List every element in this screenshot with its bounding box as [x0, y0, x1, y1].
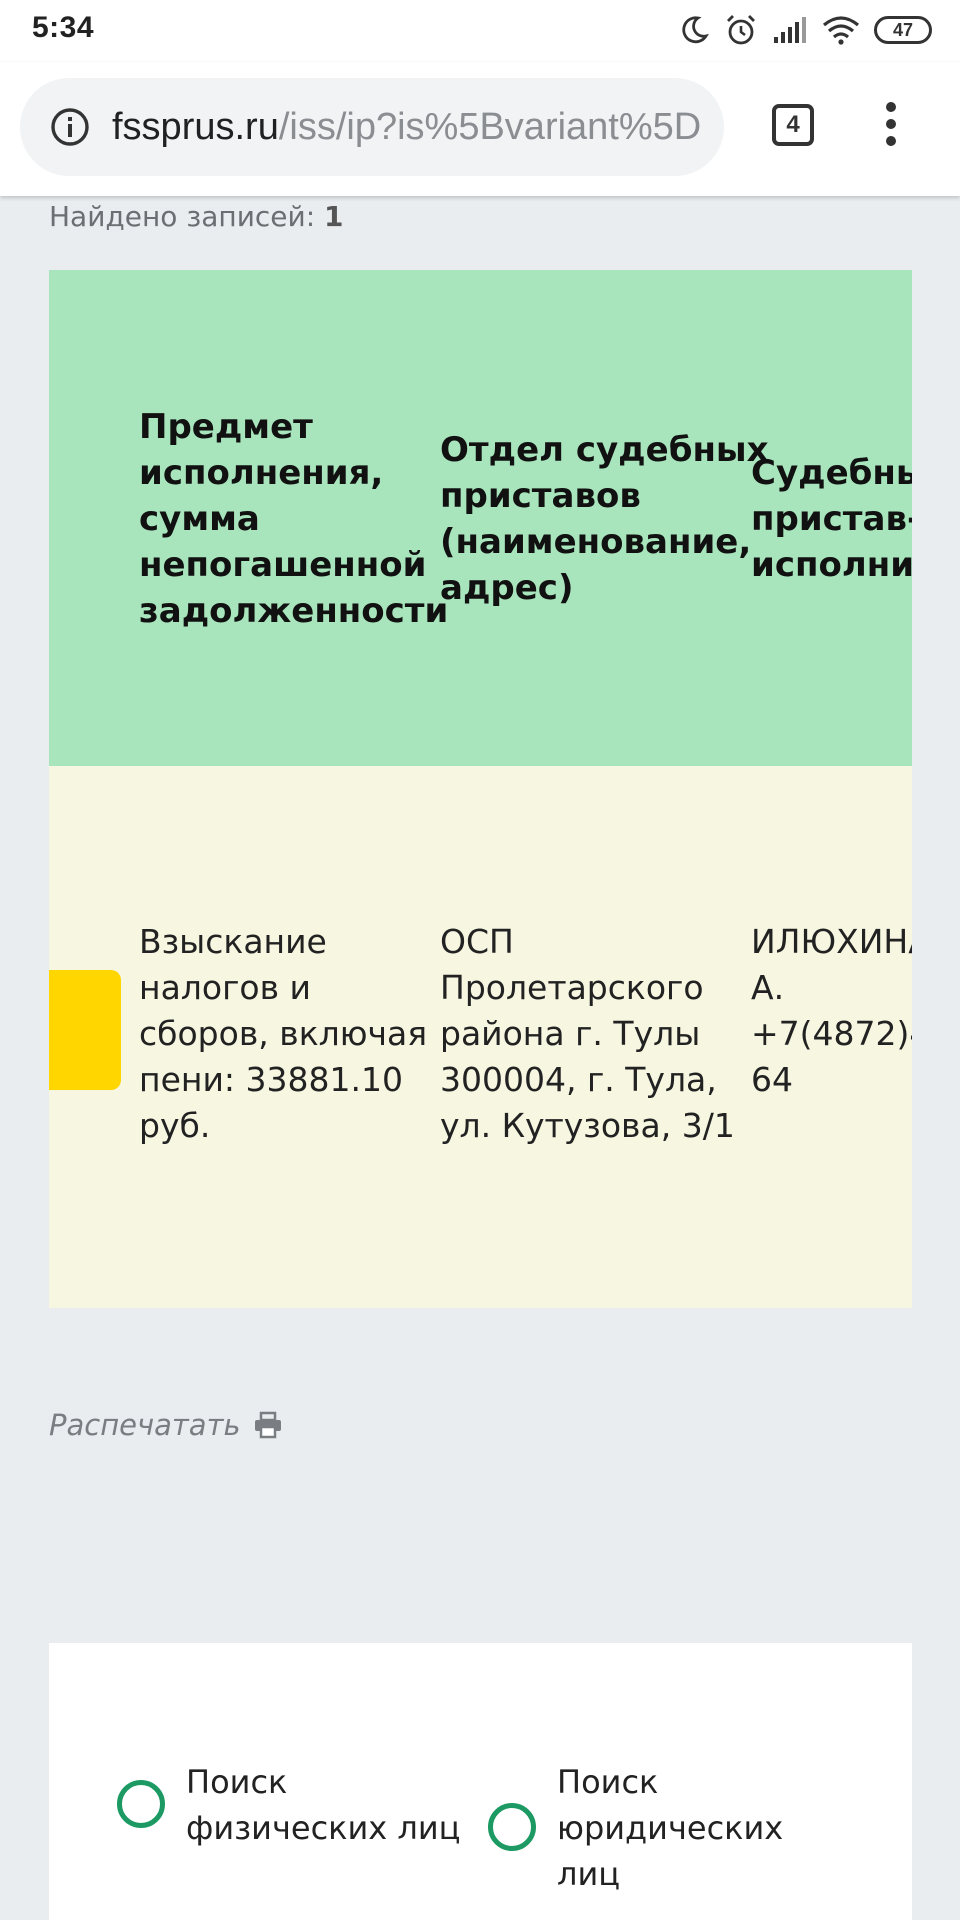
alarm-icon — [727, 15, 755, 45]
header-department: Отдел судебных приставов (наименование, … — [440, 430, 769, 608]
radio-legal-entities[interactable] — [488, 1803, 536, 1851]
address-bar[interactable]: fssprus.ru/iss/ip?is%5Bvariant%5D — [20, 78, 724, 176]
cell-subject: Взыскание налогов и сборов, включая пени… — [139, 922, 428, 1145]
records-found-count: 1 — [324, 200, 344, 233]
status-icons: 47 — [678, 10, 932, 50]
radio-individuals-label[interactable]: Поиск физических лиц — [186, 1759, 460, 1851]
results-table: Предмет исполнения, сумма непогашенной з… — [49, 270, 912, 1308]
radio-individuals[interactable] — [117, 1780, 165, 1828]
moon-icon — [682, 16, 709, 44]
table-row: Взыскание налогов и сборов, включая пени… — [49, 766, 912, 1308]
records-found: Найдено записей: 1 — [49, 200, 344, 233]
url-path: /iss/ip?is%5Bvariant%5D — [278, 106, 702, 148]
header-bailiff: Судебный пристав- исполнитель — [751, 453, 912, 585]
row-marker[interactable] — [49, 970, 121, 1090]
url-domain: fssprus.ru — [112, 106, 279, 148]
status-time: 5:34 — [32, 11, 95, 44]
browser-toolbar: fssprus.ru/iss/ip?is%5Bvariant%5D 4 — [0, 62, 960, 196]
more-menu-icon[interactable] — [878, 102, 904, 150]
header-subject: Предмет исполнения, сумма непогашенной з… — [139, 407, 449, 631]
printer-icon — [254, 1411, 281, 1439]
search-type-card: Поиск физических лиц Поиск юридических л… — [49, 1643, 912, 1920]
wifi-icon — [822, 16, 860, 45]
tab-switcher-button[interactable]: 4 — [772, 104, 814, 146]
cell-department: ОСП Пролетарского района г. Тулы 300004,… — [440, 922, 735, 1145]
table-header: Предмет исполнения, сумма непогашенной з… — [49, 270, 912, 766]
info-icon[interactable] — [50, 107, 90, 147]
print-label: Распечатать — [49, 1408, 241, 1442]
battery-icon: 47 — [874, 16, 932, 44]
print-link[interactable]: Распечатать — [49, 1408, 283, 1442]
url-text[interactable]: fssprus.ru/iss/ip?is%5Bvariant%5D — [112, 105, 722, 149]
status-bar: 5:34 47 — [0, 0, 960, 62]
radio-legal-entities-label[interactable]: Поиск юридических лиц — [557, 1759, 783, 1897]
signal-icon — [774, 17, 806, 43]
cell-bailiff: ИЛЮХИНА А. +7(4872)41- 64 — [751, 922, 912, 1099]
records-found-label: Найдено записей: — [49, 200, 316, 233]
